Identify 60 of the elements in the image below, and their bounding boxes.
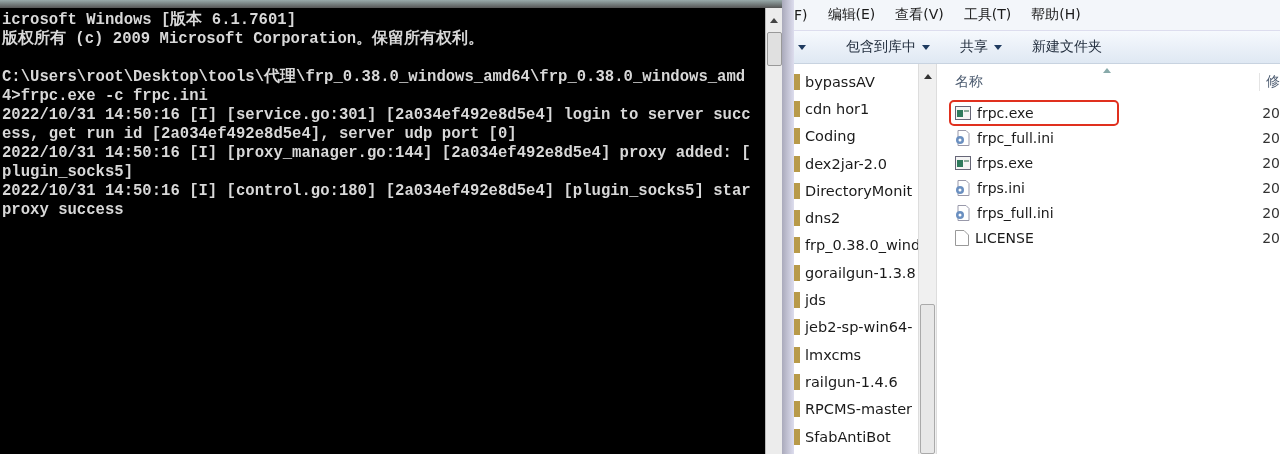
- console-line: ess, get run id [2a034ef492e8d5e4], server udp port [0]: [2, 125, 518, 144]
- column-header[interactable]: 修: [1259, 73, 1280, 91]
- console-line: icrosoft Windows [版本 6.1.7601]: [2, 11, 298, 29]
- date-cell: 20: [1262, 129, 1280, 146]
- folder-item[interactable]: RPCMS-master: [794, 395, 918, 423]
- date-cell: 20: [1262, 154, 1280, 171]
- folder-item[interactable]: cdn hor1: [794, 95, 918, 123]
- settings-file-icon: [955, 179, 971, 196]
- folder-item[interactable]: bypassAV: [794, 68, 918, 96]
- toolbar-button[interactable]: 包含到库中: [834, 34, 942, 60]
- column-header[interactable]: 名称: [955, 73, 983, 91]
- date-cell: 20: [1262, 104, 1280, 121]
- menu-item[interactable]: 帮助(H): [1031, 6, 1081, 24]
- scroll-thumb[interactable]: [920, 304, 935, 454]
- folder-item[interactable]: dex2jar-2.0: [794, 149, 918, 178]
- file-item[interactable]: frpc_full.ini: [949, 125, 1119, 150]
- settings-file-icon: [955, 204, 971, 221]
- folder-item[interactable]: dns2: [794, 204, 918, 232]
- settings-file-icon: [955, 129, 971, 146]
- console-line: 4>frpc.exe -c frpc.ini: [2, 87, 209, 106]
- file-item[interactable]: frps.exe: [949, 150, 1119, 175]
- date-cell: 20: [1262, 229, 1280, 246]
- folder-item[interactable]: DirectoryMonit: [794, 177, 918, 205]
- date-cell: 20: [1262, 179, 1280, 196]
- console-line: 2022/10/31 14:50:16 [I] [control.go:180] [2a034ef492e8d5e4] [plugin_socks5] star: [2, 182, 752, 201]
- file-item[interactable]: frps.ini: [949, 175, 1119, 200]
- console-line: 版权所有 (c) 2009 Microsoft Corporation。保留所有权利。: [2, 30, 486, 49]
- scroll-up-icon[interactable]: [923, 74, 932, 79]
- toolbar-button[interactable]: 新建文件夹: [1020, 34, 1114, 60]
- folder-item[interactable]: Coding: [794, 122, 918, 150]
- menu-item[interactable]: 工具(T): [963, 6, 1012, 24]
- file-item[interactable]: frps_full.ini: [949, 200, 1119, 225]
- sort-arrow-icon: [1103, 68, 1111, 73]
- scroll-up-icon[interactable]: [770, 18, 778, 23]
- file-item[interactable]: frpc.exe: [949, 99, 1119, 126]
- application-icon: [955, 155, 971, 170]
- console-line: plugin_socks5]: [2, 163, 134, 182]
- folder-item[interactable]: lmxcms: [794, 340, 918, 369]
- application-icon: [955, 105, 971, 120]
- folder-item[interactable]: jeb2-sp-win64-: [794, 313, 918, 341]
- toolbar-button[interactable]: 共享: [948, 34, 1014, 60]
- menu-item[interactable]: F): [794, 7, 808, 23]
- scroll-thumb[interactable]: [766, 32, 782, 66]
- console-line: C:\Users\root\Desktop\tools\代理\frp_0.38.0_windows_amd64\frp_0.38.0_windows_amd: [2, 68, 747, 87]
- scrollbar[interactable]: [918, 64, 936, 454]
- folder-item[interactable]: frp_0.38.0_wind: [794, 231, 918, 260]
- folder-item[interactable]: railgun-1.4.6: [794, 368, 918, 396]
- caret-icon[interactable]: [798, 44, 806, 50]
- menu-item[interactable]: 查看(V): [895, 6, 944, 24]
- folder-item[interactable]: jds: [794, 286, 918, 314]
- console-line: proxy success: [2, 201, 125, 220]
- date-cell: 20: [1262, 204, 1280, 221]
- file-item[interactable]: LICENSE: [949, 225, 1119, 250]
- folder-item[interactable]: SfabAntiBot: [794, 422, 918, 451]
- console-line: 2022/10/31 14:50:16 [I] [proxy_manager.go:144] [2a034ef492e8d5e4] proxy added: [: [2, 144, 752, 163]
- scrollbar[interactable]: [765, 8, 782, 454]
- folder-item[interactable]: gorailgun-1.3.8: [794, 259, 918, 287]
- document-icon: [955, 229, 969, 246]
- console-line: 2022/10/31 14:50:16 [I] [service.go:301] [2a034ef492e8d5e4] login to server succ: [2, 106, 752, 125]
- menu-item[interactable]: 编辑(E): [827, 6, 876, 24]
